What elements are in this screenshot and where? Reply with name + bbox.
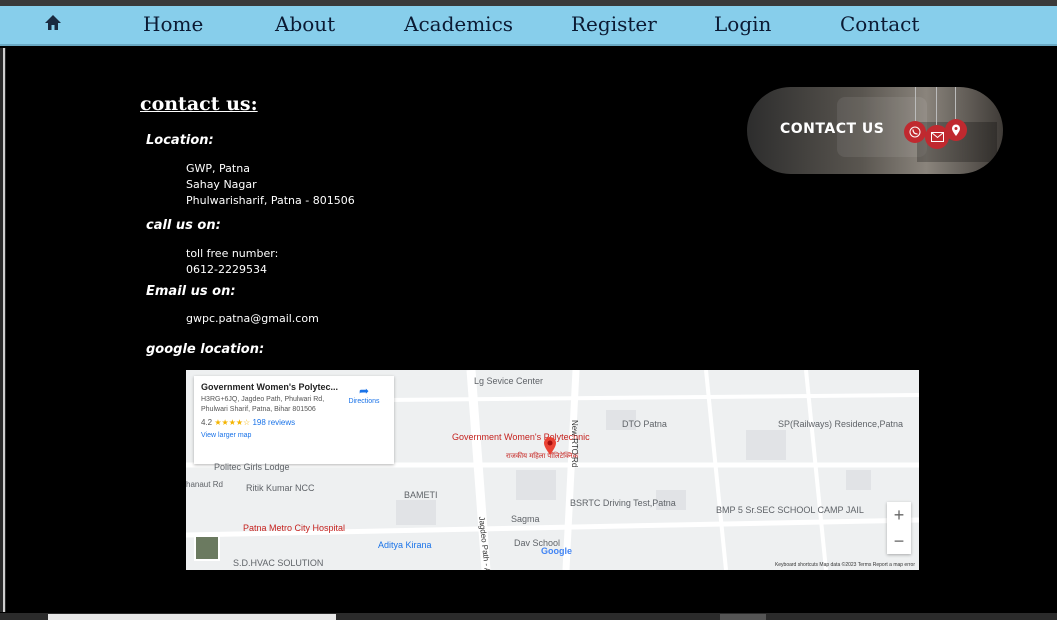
map-label: Government Women's Polytechnic xyxy=(452,432,590,442)
nav-contact[interactable]: Contact xyxy=(840,12,919,36)
location-line-3: Phulwarisharif, Patna - 801506 xyxy=(186,194,355,207)
view-larger-map-link[interactable]: View larger map xyxy=(201,432,387,439)
map-label: Patna Metro City Hospital xyxy=(243,523,346,533)
map-label: S.D.HVAC SOLUTION xyxy=(233,558,324,568)
hanging-line xyxy=(955,87,956,119)
zoom-in-button[interactable]: + xyxy=(887,502,911,528)
location-line-2: Sahay Nagar xyxy=(186,178,257,191)
map-marker-icon[interactable] xyxy=(543,436,557,456)
map-label: Sagma xyxy=(511,514,540,524)
contact-us-banner: CONTACT US xyxy=(747,87,1003,174)
hanging-line xyxy=(915,87,916,121)
rating-stars-icon: ★★★★☆ xyxy=(214,418,251,427)
home-icon[interactable] xyxy=(43,13,63,33)
hanging-line xyxy=(936,87,937,125)
google-logo: Google xyxy=(541,546,572,556)
scrollbar-segment xyxy=(720,614,766,620)
main-navbar: Home About Academics Register Login Cont… xyxy=(0,6,1057,46)
scrollbar-thumb[interactable] xyxy=(48,614,336,620)
map-label: Ritik Kumar NCC xyxy=(246,483,315,493)
nav-register[interactable]: Register xyxy=(571,12,657,36)
map-label: Politec Girls Lodge xyxy=(214,462,290,472)
zoom-out-button[interactable]: − xyxy=(887,528,911,554)
location-line-1: GWP, Patna xyxy=(186,162,250,175)
map-label: BMP 5 Sr.SEC SCHOOL CAMP JAIL xyxy=(716,505,864,515)
email-heading: Email us on: xyxy=(146,284,236,299)
rating-value: 4.2 xyxy=(201,418,213,427)
map-label: BAMETI xyxy=(404,490,438,500)
reviews-link[interactable]: 198 reviews xyxy=(252,418,295,427)
call-heading: call us on: xyxy=(146,218,221,233)
nav-academics[interactable]: Academics xyxy=(404,12,513,36)
map-label: Lg Sevice Center xyxy=(474,376,544,386)
road-label: New RTO Rd xyxy=(570,420,579,468)
location-pin-icon xyxy=(945,119,967,141)
phone-number: 0612-2229534 xyxy=(186,263,267,276)
nav-home[interactable]: Home xyxy=(143,12,203,36)
location-heading: Location: xyxy=(146,133,214,148)
directions-label: Directions xyxy=(348,398,380,405)
nav-about[interactable]: About xyxy=(275,12,335,36)
map-footer-links[interactable]: Keyboard shortcuts Map data ©2023 Terms … xyxy=(775,562,915,568)
place-rating: 4.2 ★★★★☆ 198 reviews xyxy=(201,418,387,427)
call-line-1: toll free number: xyxy=(186,247,279,260)
map-label: SP(Railways) Residence,Patna xyxy=(778,419,904,429)
satellite-toggle-icon[interactable] xyxy=(194,535,220,561)
page-title: contact us: xyxy=(140,93,258,115)
map-label: DTO Patna xyxy=(622,419,667,429)
google-map-embed[interactable]: Government Women's Polytec... H3RG+6JQ, … xyxy=(186,370,919,570)
place-info-card: Government Women's Polytec... H3RG+6JQ, … xyxy=(194,376,394,464)
map-label: Aditya Kirana xyxy=(378,540,432,550)
email-address: gwpc.patna@gmail.com xyxy=(186,312,319,325)
google-location-heading: google location: xyxy=(146,342,265,357)
contact-us-label: CONTACT US xyxy=(780,121,885,137)
place-address: H3RG+6JQ, Jagdeo Path, Phulwari Rd, Phul… xyxy=(201,396,325,413)
map-label: BSRTC Driving Test,Patna xyxy=(570,498,676,508)
phone-icon xyxy=(904,121,926,143)
zoom-controls: + − xyxy=(887,502,911,554)
directions-button[interactable]: ➦ Directions xyxy=(342,384,386,405)
nav-login[interactable]: Login xyxy=(714,12,771,36)
map-label: hanaut Rd xyxy=(186,480,223,489)
directions-icon: ➦ xyxy=(358,384,370,398)
left-frame-line xyxy=(3,48,5,612)
